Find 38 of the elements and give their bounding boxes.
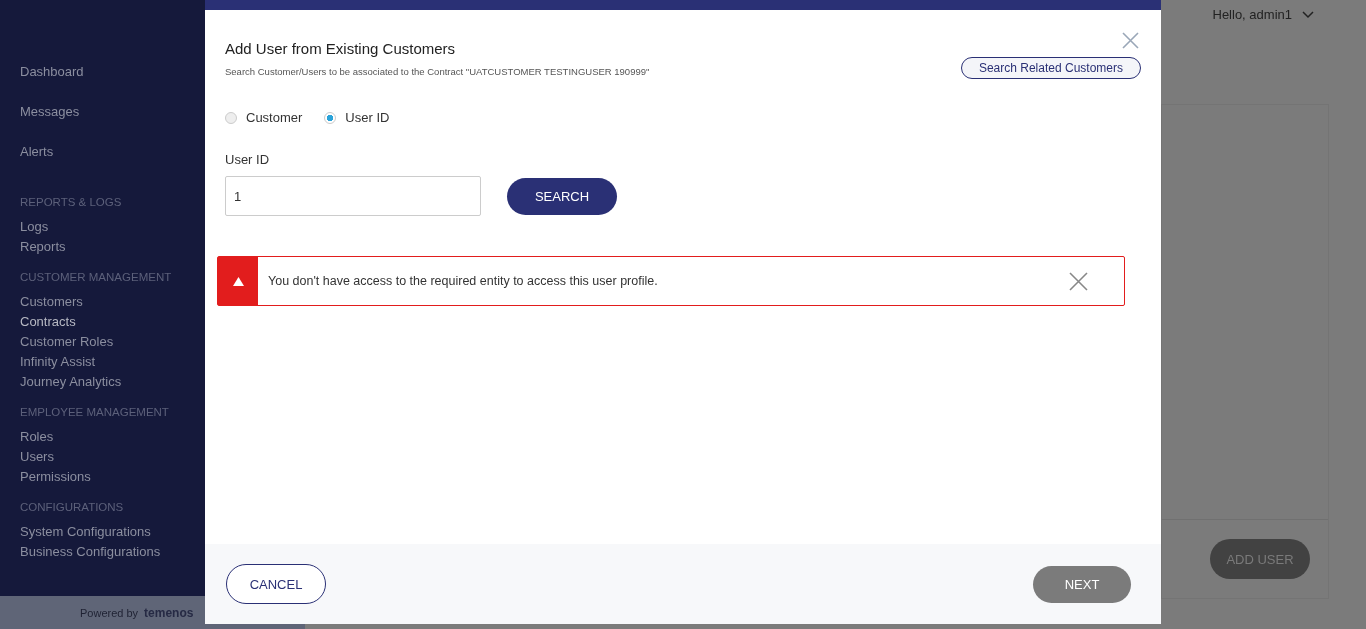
- powered-by-text: Powered by: [80, 606, 139, 619]
- nav-link[interactable]: Business Configurations: [20, 542, 161, 562]
- section-heading: EMPLOYEE MANAGEMENT: [20, 406, 169, 418]
- nav-link[interactable]: Reports: [20, 237, 66, 257]
- radio-label[interactable]: User ID: [345, 110, 390, 125]
- dialog-subtitle: Search Customer/Users to be associated to the Contract "UATCUSTOMER TESTINGUSER 190999": [225, 65, 650, 77]
- user-id-field[interactable]: 1: [225, 176, 481, 216]
- brand-logo: temenos: [144, 605, 194, 620]
- nav-link[interactable]: Alerts: [20, 142, 54, 162]
- nav-link[interactable]: Messages: [20, 102, 80, 122]
- alert-message: You don't have access to the required entity to access this user profile.: [267, 274, 659, 288]
- radio-label[interactable]: Customer: [246, 110, 303, 125]
- radio-button[interactable]: [225, 111, 237, 124]
- search-button[interactable]: SEARCH: [507, 177, 617, 215]
- close-icon[interactable]: [1122, 32, 1139, 49]
- field-label: User ID: [225, 152, 271, 167]
- radio-button[interactable]: [324, 111, 337, 124]
- section-heading: CUSTOMER MANAGEMENT: [20, 271, 172, 283]
- nav-link[interactable]: System Configurations: [20, 522, 151, 542]
- nav-link[interactable]: Infinity Assist: [20, 352, 96, 372]
- nav-link[interactable]: Permissions: [20, 467, 91, 487]
- nav-link[interactable]: Logs: [20, 217, 49, 237]
- nav-link[interactable]: Contracts: [20, 312, 76, 332]
- cancel-button[interactable]: CANCEL: [226, 564, 326, 604]
- nav-link[interactable]: Customer Roles: [20, 332, 114, 352]
- section-heading: REPORTS & LOGS: [20, 196, 122, 208]
- section-heading: CONFIGURATIONS: [20, 501, 124, 513]
- close-icon[interactable]: [1069, 271, 1088, 291]
- search-related-button[interactable]: Search Related Customers: [960, 57, 1141, 79]
- user-greeting[interactable]: Hello, admin1: [1212, 7, 1292, 22]
- nav-link[interactable]: Dashboard: [20, 62, 84, 82]
- nav-link[interactable]: Journey Analytics: [20, 372, 122, 392]
- warning-icon: [232, 276, 244, 286]
- nav-link[interactable]: Roles: [20, 427, 54, 447]
- dialog-title: Add User from Existing Customers: [225, 40, 456, 57]
- nav-link[interactable]: Users: [20, 447, 54, 467]
- nav-link[interactable]: Customers: [20, 292, 83, 312]
- chevron-down-icon[interactable]: [1302, 10, 1314, 19]
